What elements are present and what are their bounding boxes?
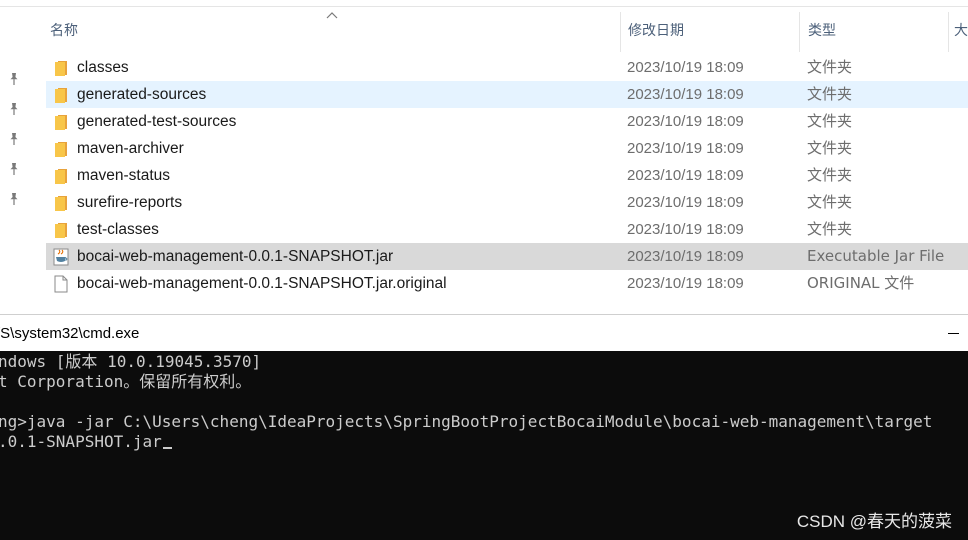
file-modified-date: 2023/10/19 18:09 [627, 140, 744, 157]
cmd-window-title: /S\system32\cmd.exe [0, 325, 140, 342]
file-modified-date: 2023/10/19 18:09 [627, 86, 744, 103]
column-header-bar: 名称 修改日期 类型 大 [40, 8, 968, 52]
file-type: ORIGINAL 文件 [807, 274, 915, 292]
pin-icon[interactable] [7, 102, 21, 116]
folder-icon [52, 194, 70, 212]
text-cursor [162, 447, 172, 449]
file-explorer: 名称 修改日期 类型 大 classes 2023/10/19 18:09 文件夹 g… [0, 0, 968, 314]
pin-icon[interactable] [7, 72, 21, 86]
folder-icon [52, 59, 70, 77]
file-type: 文件夹 [807, 58, 853, 76]
file-row[interactable]: bocai-web-management-0.0.1-SNAPSHOT.jar.… [46, 270, 968, 297]
console-line: t Corporation。保留所有权利。 [0, 372, 252, 391]
java-jar-icon [52, 248, 70, 266]
file-row[interactable]: bocai-web-management-0.0.1-SNAPSHOT.jar 2… [46, 243, 968, 270]
file-row[interactable]: generated-sources 2023/10/19 18:09 文件夹 [46, 81, 968, 108]
file-type: Executable Jar File [807, 247, 945, 265]
column-header-date[interactable]: 修改日期 [618, 8, 798, 52]
file-name: test-classes [77, 221, 159, 238]
file-modified-date: 2023/10/19 18:09 [627, 167, 744, 184]
file-icon [52, 275, 70, 293]
file-row[interactable]: generated-test-sources 2023/10/19 18:09 文件… [46, 108, 968, 135]
folder-icon [52, 140, 70, 158]
file-name: generated-test-sources [77, 113, 237, 130]
file-name: maven-archiver [77, 140, 184, 157]
explorer-top-border [0, 0, 968, 7]
file-type: 文件夹 [807, 220, 853, 238]
file-row[interactable]: test-classes 2023/10/19 18:09 文件夹 [46, 216, 968, 243]
column-header-type[interactable]: 类型 [798, 8, 948, 52]
file-name: surefire-reports [77, 194, 183, 211]
file-modified-date: 2023/10/19 18:09 [627, 194, 744, 211]
file-list: classes 2023/10/19 18:09 文件夹 generated-sour… [46, 54, 968, 297]
folder-icon [52, 221, 70, 239]
pin-icon[interactable] [7, 132, 21, 146]
cmd-titlebar[interactable]: /S\system32\cmd.exe [0, 314, 968, 351]
file-name: bocai-web-management-0.0.1-SNAPSHOT.jar [77, 248, 394, 265]
file-name: maven-status [77, 167, 171, 184]
file-modified-date: 2023/10/19 18:09 [627, 248, 744, 265]
file-modified-date: 2023/10/19 18:09 [627, 221, 744, 238]
file-modified-date: 2023/10/19 18:09 [627, 59, 744, 76]
pin-icon[interactable] [7, 192, 21, 206]
folder-icon [52, 86, 70, 104]
file-type: 文件夹 [807, 166, 853, 184]
file-modified-date: 2023/10/19 18:09 [627, 113, 744, 130]
console-line: ndows [版本 10.0.19045.3570] [0, 352, 262, 371]
pin-icon[interactable] [7, 162, 21, 176]
cmd-window: /S\system32\cmd.exe ndows [版本 10.0.19045… [0, 314, 968, 540]
file-name: bocai-web-management-0.0.1-SNAPSHOT.jar.… [77, 275, 447, 292]
console-line: ng>java -jar C:\Users\cheng\IdeaProjects… [0, 412, 933, 431]
folder-icon [52, 113, 70, 131]
file-type: 文件夹 [807, 85, 853, 103]
file-row[interactable]: surefire-reports 2023/10/19 18:09 文件夹 [46, 189, 968, 216]
file-name: generated-sources [77, 86, 207, 103]
quick-access-pane [0, 8, 30, 314]
file-row[interactable]: maven-status 2023/10/19 18:09 文件夹 [46, 162, 968, 189]
console-output[interactable]: ndows [版本 10.0.19045.3570] t Corporation… [0, 351, 968, 540]
folder-icon [52, 167, 70, 185]
file-row[interactable]: classes 2023/10/19 18:09 文件夹 [46, 54, 968, 81]
watermark: CSDN @春天的菠菜 [796, 512, 952, 531]
minimize-button[interactable] [940, 326, 968, 342]
file-row[interactable]: maven-archiver 2023/10/19 18:09 文件夹 [46, 135, 968, 162]
file-type: 文件夹 [807, 193, 853, 211]
file-name: classes [77, 59, 129, 76]
console-line: .0.1-SNAPSHOT.jar [0, 432, 162, 451]
console-input-line: .0.1-SNAPSHOT.jar [0, 432, 172, 452]
file-type: 文件夹 [807, 139, 853, 157]
column-header-name[interactable]: 名称 [40, 8, 620, 52]
file-type: 文件夹 [807, 112, 853, 130]
column-header-size[interactable]: 大 [944, 8, 968, 52]
file-modified-date: 2023/10/19 18:09 [627, 275, 744, 292]
